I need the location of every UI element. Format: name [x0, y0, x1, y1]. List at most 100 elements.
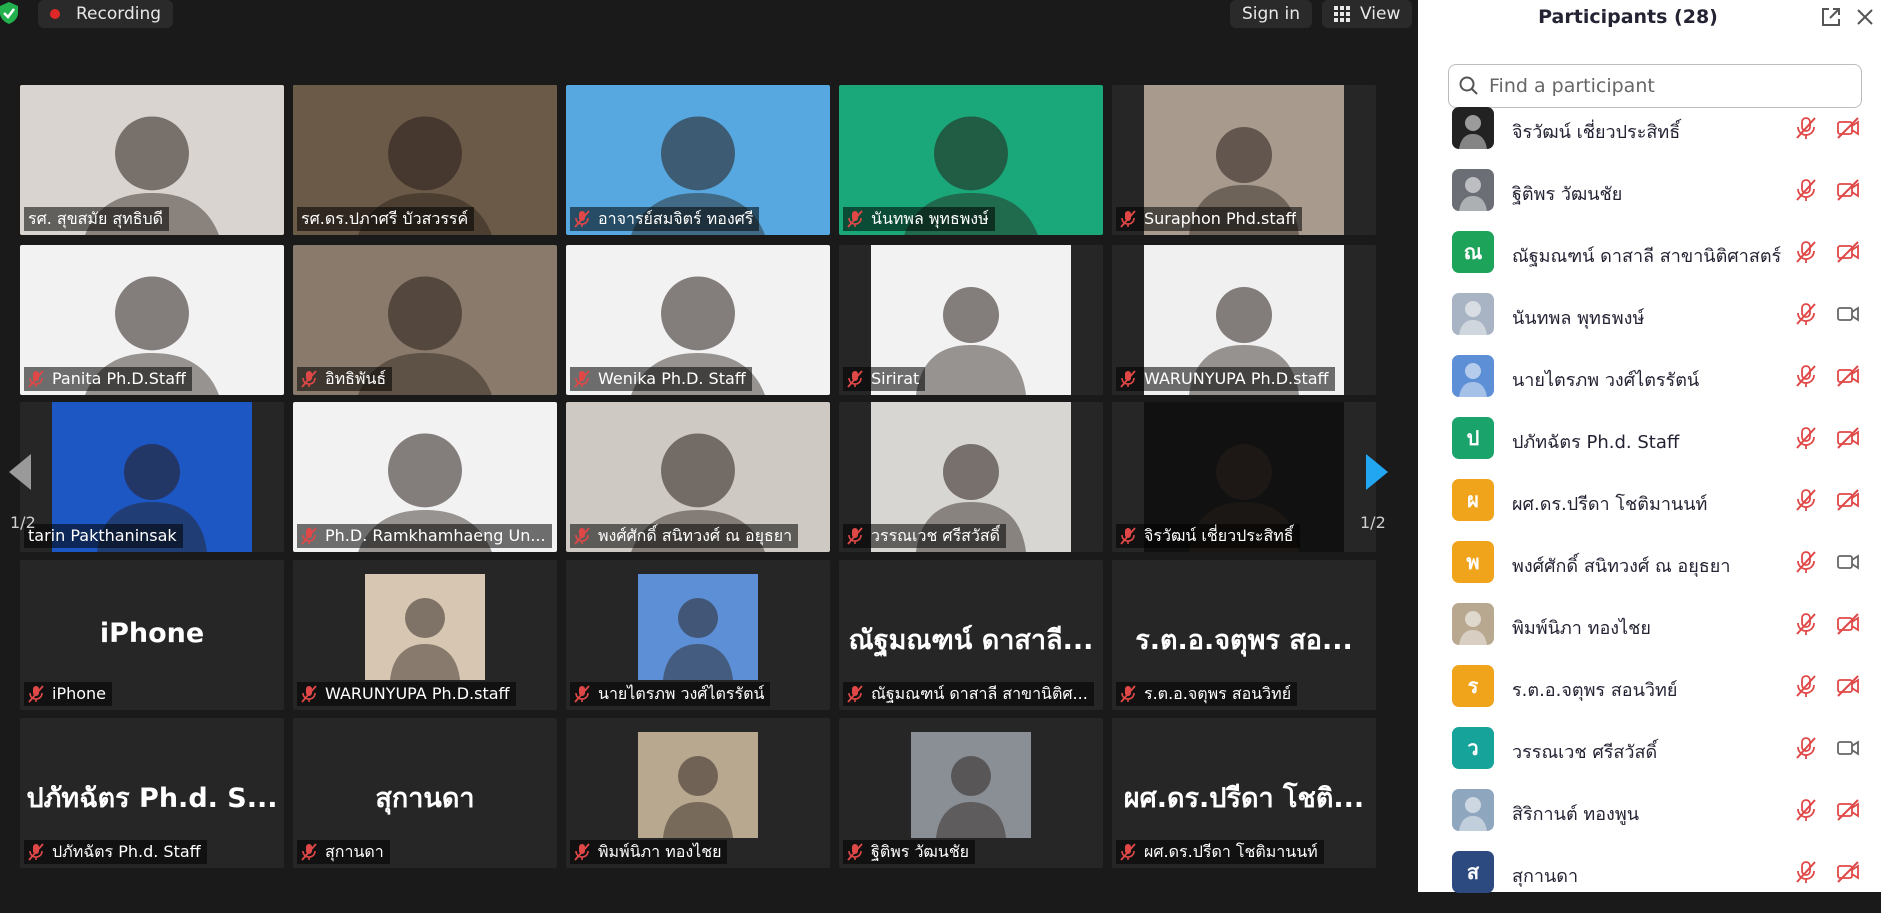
- video-tile[interactable]: ร.ต.อ.จตุพร สอ... ร.ต.อ.จตุพร สอนวิทย์: [1112, 560, 1376, 710]
- video-tile[interactable]: ฐิติพร วัฒนชัย: [839, 718, 1103, 868]
- mic-muted-icon[interactable]: [1794, 550, 1818, 574]
- video-tile[interactable]: Suraphon Phd.staff: [1112, 85, 1376, 235]
- video-tile[interactable]: Wenika Ph.D. Staff: [566, 245, 830, 395]
- video-tile[interactable]: Panita Ph.D.Staff: [20, 245, 284, 395]
- mic-muted-icon[interactable]: [1794, 674, 1818, 698]
- video-off-icon[interactable]: [1836, 364, 1860, 388]
- video-tile[interactable]: รศ. สุขสมัย สุทธิบดี: [20, 85, 284, 235]
- participant-avatar: [1452, 293, 1494, 335]
- video-tile[interactable]: Ph.D. Ramkhamhaeng Un...: [293, 402, 557, 552]
- video-tile[interactable]: พิมพ์นิภา ทองไชย: [566, 718, 830, 868]
- mic-muted-icon[interactable]: [1794, 736, 1818, 760]
- participant-name-label: ร.ต.อ.จตุพร สอนวิทย์: [1116, 682, 1298, 706]
- video-tile[interactable]: อาจารย์สมจิตร์ ทองศรี: [566, 85, 830, 235]
- video-off-icon[interactable]: [1836, 178, 1860, 202]
- participant-name: tarin Pakthaninsak: [28, 526, 177, 545]
- video-tile[interactable]: Sirirat: [839, 245, 1103, 395]
- video-tile[interactable]: สุกานดา สุกานดา: [293, 718, 557, 868]
- video-off-icon[interactable]: [1836, 860, 1860, 884]
- participant-row[interactable]: ร ร.ต.อ.จตุพร สอนวิทย์: [1418, 665, 1881, 727]
- video-tile[interactable]: iPhone iPhone: [20, 560, 284, 710]
- video-on-icon[interactable]: [1836, 302, 1860, 326]
- video-off-icon[interactable]: [1836, 488, 1860, 512]
- participant-name: ณัฐมณฑน์ ดาสาลี สาขานิติศ...: [871, 684, 1088, 703]
- video-tile[interactable]: ผศ.ดร.ปรีดา โชติ... ผศ.ดร.ปรีดา โชติมานนท…: [1112, 718, 1376, 868]
- participant-row[interactable]: นันทพล พุทธพงษ์: [1418, 293, 1881, 355]
- video-tile[interactable]: พงศ์ศักดิ์ สนิทวงศ์ ณ อยุธยา: [566, 402, 830, 552]
- mic-muted-icon: [301, 843, 317, 861]
- page-indicator-left: 1/2: [10, 513, 36, 532]
- participant-row[interactable]: สิริกานต์ ทองพูน: [1418, 789, 1881, 851]
- participant-row[interactable]: พ พงศ์ศักดิ์ สนิทวงศ์ ณ อยุธยา: [1418, 541, 1881, 603]
- video-tile[interactable]: นายไตรภพ วงศ์ไตรรัตน์: [566, 560, 830, 710]
- video-tile[interactable]: ปภัทฉัตร Ph.d. S... ปภัทฉัตร Ph.d. Staff: [20, 718, 284, 868]
- mic-muted-icon[interactable]: [1794, 240, 1818, 264]
- video-tile[interactable]: จิรวัฒน์ เชี่ยวประสิทธิ์: [1112, 402, 1376, 552]
- participant-row[interactable]: ว วรรณเวช ศรีสวัสดิ์: [1418, 727, 1881, 789]
- participant-list-name: จิรวัฒน์ เชี่ยวประสิทธิ์: [1512, 122, 1681, 143]
- mic-muted-icon[interactable]: [1794, 488, 1818, 512]
- video-tile[interactable]: นันทพล พุทธพงษ์: [839, 85, 1103, 235]
- mic-muted-icon[interactable]: [1794, 302, 1818, 326]
- recording-indicator[interactable]: Recording: [38, 0, 174, 28]
- mic-muted-icon[interactable]: [1794, 178, 1818, 202]
- participant-name: วรรณเวช ศรีสวัสดิ์: [871, 526, 1001, 545]
- participant-name: อิทธิพันธ์: [325, 369, 387, 388]
- view-button[interactable]: View: [1322, 0, 1413, 28]
- participant-row[interactable]: ฐิติพร วัฒนชัย: [1418, 169, 1881, 231]
- video-tile[interactable]: วรรณเวช ศรีสวัสดิ์: [839, 402, 1103, 552]
- shield-check-icon[interactable]: [0, 2, 18, 24]
- participant-name-label: จิรวัฒน์ เชี่ยวประสิทธิ์: [1116, 524, 1300, 548]
- participant-row[interactable]: นายไตรภพ วงศ์ไตรรัตน์: [1418, 355, 1881, 417]
- close-icon[interactable]: [1856, 8, 1874, 26]
- display-name-large: สุกานดา: [375, 783, 475, 814]
- mic-muted-icon: [1120, 843, 1136, 861]
- mic-muted-icon[interactable]: [1794, 612, 1818, 636]
- participant-row[interactable]: ป ปภัทฉัตร Ph.d. Staff: [1418, 417, 1881, 479]
- person-silhouette: [936, 756, 1006, 838]
- participant-name-label: iPhone: [24, 682, 113, 706]
- video-on-icon[interactable]: [1836, 736, 1860, 760]
- participant-name: Ph.D. Ramkhamhaeng Un...: [325, 526, 546, 545]
- video-tile[interactable]: อิทธิพันธ์: [293, 245, 557, 395]
- video-off-icon[interactable]: [1836, 674, 1860, 698]
- participant-name: อาจารย์สมจิตร์ ทองศรี: [598, 209, 754, 228]
- mic-muted-icon[interactable]: [1794, 116, 1818, 140]
- video-off-icon[interactable]: [1836, 612, 1860, 636]
- mic-muted-icon[interactable]: [1794, 364, 1818, 388]
- mic-muted-icon: [574, 210, 590, 228]
- mic-muted-icon: [28, 685, 44, 703]
- participant-row[interactable]: ส สุกานดา: [1418, 851, 1881, 913]
- participant-name: จิรวัฒน์ เชี่ยวประสิทธิ์: [1144, 526, 1294, 545]
- video-tile[interactable]: tarin Pakthaninsak: [20, 402, 284, 552]
- mic-muted-icon[interactable]: [1794, 798, 1818, 822]
- next-page-button[interactable]: [1362, 450, 1392, 494]
- mic-muted-icon: [1120, 370, 1136, 388]
- video-tile[interactable]: รศ.ดร.ปภาศรี บัวสวรรค์: [293, 85, 557, 235]
- mic-muted-icon[interactable]: [1794, 426, 1818, 450]
- participant-name: นายไตรภพ วงศ์ไตรรัตน์: [598, 684, 765, 703]
- search-input[interactable]: [1487, 74, 1851, 98]
- video-tile[interactable]: WARUNYUPA Ph.D.staff: [293, 560, 557, 710]
- participant-row[interactable]: พิมพ์นิภา ทองไชย: [1418, 603, 1881, 665]
- search-icon: [1459, 76, 1478, 95]
- profile-photo: [365, 574, 485, 680]
- participant-row[interactable]: ณ ณัฐมณฑน์ ดาสาลี สาขานิติศาสตร์: [1418, 231, 1881, 293]
- panel-title: Participants (28): [1538, 6, 1718, 28]
- participant-avatar: [1452, 169, 1494, 211]
- sign-in-button[interactable]: Sign in: [1230, 0, 1312, 28]
- participant-row[interactable]: จิรวัฒน์ เชี่ยวประสิทธิ์: [1418, 107, 1881, 169]
- participant-list-name: นายไตรภพ วงศ์ไตรรัตน์: [1512, 370, 1700, 391]
- video-off-icon[interactable]: [1836, 116, 1860, 140]
- participant-name-label: ผศ.ดร.ปรีดา โชติมานนท์: [1116, 840, 1324, 864]
- video-tile[interactable]: ณัฐมณฑน์ ดาสาลี... ณัฐมณฑน์ ดาสาลี สาขานิ…: [839, 560, 1103, 710]
- prev-page-button[interactable]: [5, 450, 35, 494]
- video-tile[interactable]: WARUNYUPA Ph.D.staff: [1112, 245, 1376, 395]
- video-off-icon[interactable]: [1836, 798, 1860, 822]
- participant-row[interactable]: ผ ผศ.ดร.ปรีดา โชติมานนท์: [1418, 479, 1881, 541]
- mic-muted-icon[interactable]: [1794, 860, 1818, 884]
- video-off-icon[interactable]: [1836, 240, 1860, 264]
- video-on-icon[interactable]: [1836, 550, 1860, 574]
- pop-out-icon[interactable]: [1820, 6, 1842, 28]
- video-off-icon[interactable]: [1836, 426, 1860, 450]
